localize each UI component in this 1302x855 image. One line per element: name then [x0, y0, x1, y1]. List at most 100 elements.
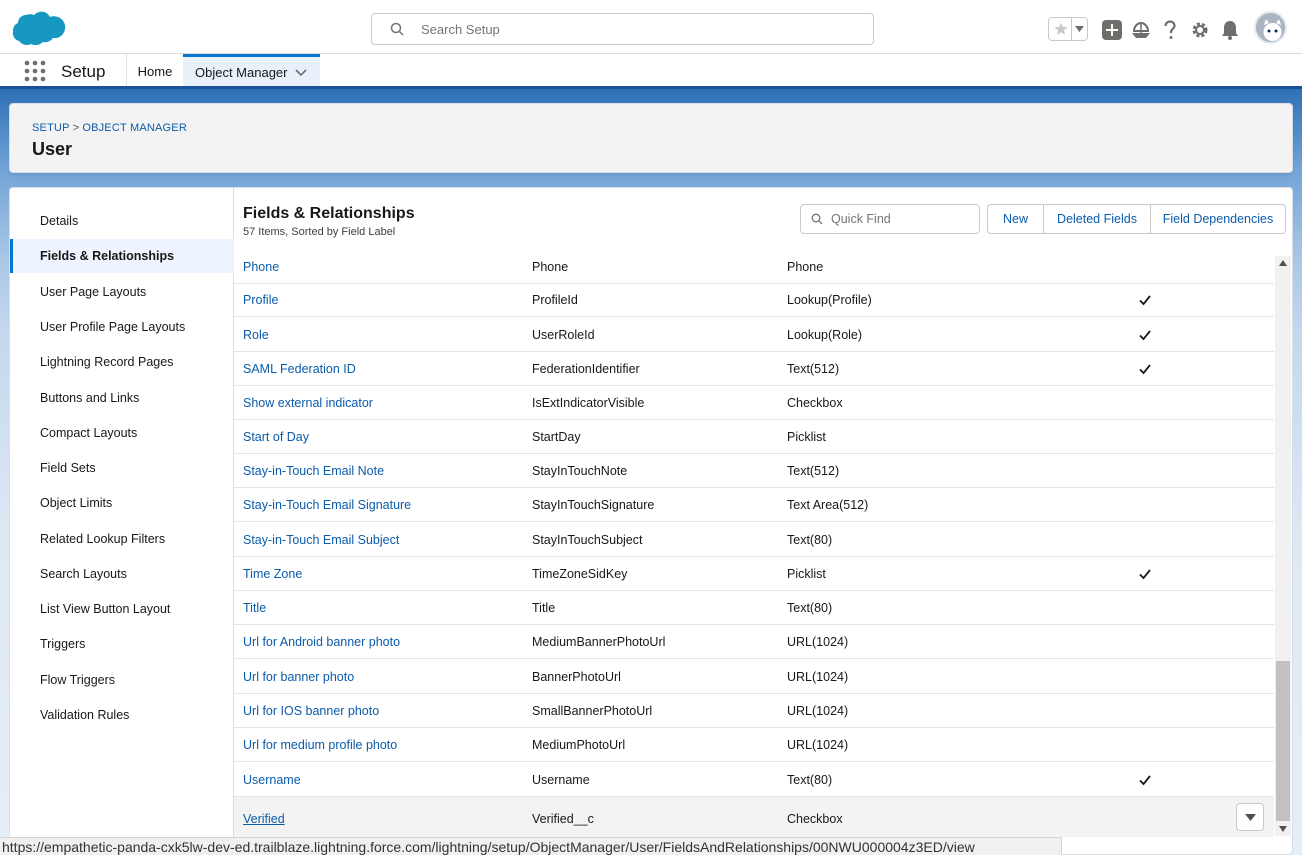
table-row: Profile ProfileId Lookup(Profile) — [234, 283, 1274, 317]
field-data-type: URL(1024) — [787, 635, 849, 649]
chevron-down-icon — [1245, 814, 1256, 821]
field-label-link[interactable]: SAML Federation ID — [243, 362, 356, 376]
checkmark-icon — [1139, 295, 1151, 306]
fields-content: Fields & Relationships 57 Items, Sorted … — [234, 188, 1292, 854]
field-api-name: MediumPhotoUrl — [532, 738, 626, 752]
field-label-link[interactable]: Role — [243, 328, 269, 342]
sidebar-item-related-lookup-filters[interactable]: Related Lookup Filters — [10, 522, 234, 556]
field-api-name: StartDay — [532, 430, 581, 444]
field-label-link[interactable]: Stay-in-Touch Email Subject — [243, 533, 399, 547]
field-data-type: Text(512) — [787, 362, 840, 376]
trailhead-icon[interactable] — [1130, 19, 1152, 41]
nav-tabs: Home Object Manager — [126, 54, 320, 86]
checkmark-icon — [1139, 569, 1151, 580]
sidebar-item-list-view-button-layout[interactable]: List View Button Layout — [10, 592, 234, 626]
field-api-name: Username — [532, 773, 590, 787]
tab-home[interactable]: Home — [127, 54, 183, 86]
field-label-link[interactable]: Show external indicator — [243, 396, 373, 410]
quick-find-placeholder: Quick Find — [831, 212, 891, 226]
checkmark-icon — [1139, 364, 1151, 375]
object-page-header: SETUP > OBJECT MANAGER User — [9, 103, 1293, 173]
field-data-type: Picklist — [787, 567, 826, 581]
table-row: SAML Federation ID FederationIdentifier Te… — [234, 352, 1274, 386]
sidebar-item-fields-relationships[interactable]: Fields & Relationships — [10, 239, 234, 273]
field-data-type: Lookup(Profile) — [787, 293, 872, 307]
field-label-link[interactable]: Phone — [243, 260, 279, 274]
field-label-link[interactable]: Verified — [243, 812, 285, 826]
scroll-down-arrow-icon[interactable] — [1279, 826, 1287, 832]
chevron-down-icon[interactable] — [295, 69, 307, 77]
help-icon[interactable] — [1159, 19, 1181, 41]
table-row: Show external indicator IsExtIndicatorVis… — [234, 386, 1274, 420]
field-api-name: UserRoleId — [532, 328, 595, 342]
sidebar-item-user-profile-page-layouts[interactable]: User Profile Page Layouts — [10, 310, 234, 344]
table-row: Phone Phone Phone — [234, 250, 1274, 284]
field-api-name: BannerPhotoUrl — [532, 670, 621, 684]
field-label-link[interactable]: Time Zone — [243, 567, 302, 581]
scroll-up-arrow-icon[interactable] — [1279, 260, 1287, 266]
avatar[interactable] — [1254, 11, 1287, 44]
sidebar-item-search-layouts[interactable]: Search Layouts — [10, 557, 234, 591]
table-row: Start of Day StartDay Picklist — [234, 420, 1274, 454]
field-data-type: Lookup(Role) — [787, 328, 863, 342]
sidebar-item-field-sets[interactable]: Field Sets — [10, 451, 234, 485]
field-api-name: IsExtIndicatorVisible — [532, 396, 645, 410]
sidebar-item-flow-triggers[interactable]: Flow Triggers — [10, 663, 234, 697]
search-setup-input[interactable]: Search Setup — [371, 13, 874, 45]
field-label-link[interactable]: Url for IOS banner photo — [243, 704, 379, 718]
sidebar-item-object-limits[interactable]: Object Limits — [10, 486, 234, 520]
content-subtitle: 57 Items, Sorted by Field Label — [243, 226, 396, 238]
breadcrumb-setup[interactable]: SETUP — [32, 122, 70, 134]
sidebar-item-validation-rules[interactable]: Validation Rules — [10, 698, 234, 732]
field-label-link[interactable]: Stay-in-Touch Email Note — [243, 464, 384, 478]
field-label-link[interactable]: Profile — [243, 293, 278, 307]
sidebar-item-compact-layouts[interactable]: Compact Layouts — [10, 416, 234, 450]
field-label-link[interactable]: Url for Android banner photo — [243, 635, 400, 649]
tab-home-label: Home — [137, 64, 173, 79]
chevron-down-icon[interactable] — [1075, 26, 1084, 32]
sidebar-item-triggers[interactable]: Triggers — [10, 627, 234, 661]
app-name: Setup — [61, 62, 106, 81]
add-icon[interactable] — [1101, 19, 1123, 41]
breadcrumb-object-manager[interactable]: OBJECT MANAGER — [82, 122, 187, 134]
new-button[interactable]: New — [987, 204, 1044, 234]
checkmark-icon — [1139, 330, 1151, 341]
favorites-button-group[interactable] — [1048, 17, 1088, 41]
table-row: Stay-in-Touch Email Note StayInTouchNote T… — [234, 454, 1274, 488]
field-label-link[interactable]: Start of Day — [243, 430, 309, 444]
field-data-type: URL(1024) — [787, 670, 849, 684]
field-api-name: Phone — [532, 260, 569, 274]
fields-table: Phone Phone Phone Profile ProfileId Lookup(Pr… — [234, 250, 1274, 854]
field-label-link[interactable]: Title — [243, 601, 266, 615]
field-api-name: SmallBannerPhotoUrl — [532, 704, 653, 718]
star-icon[interactable] — [1053, 21, 1069, 37]
field-data-type: Phone — [787, 260, 824, 274]
gear-icon[interactable] — [1189, 19, 1211, 41]
main-card: Details Fields & Relationships User Page… — [9, 187, 1293, 855]
field-data-type: Text(80) — [787, 533, 833, 547]
field-label-link[interactable]: Stay-in-Touch Email Signature — [243, 498, 411, 512]
field-label-link[interactable]: Url for medium profile photo — [243, 738, 397, 752]
salesforce-cloud-logo[interactable] — [11, 10, 67, 48]
app-launcher-icon[interactable] — [24, 60, 46, 82]
field-label-link[interactable]: Url for banner photo — [243, 670, 354, 684]
field-data-type: Text(80) — [787, 601, 833, 615]
sidebar-item-buttons-links[interactable]: Buttons and Links — [10, 381, 234, 415]
sidebar-item-details[interactable]: Details — [10, 204, 234, 238]
field-api-name: TimeZoneSidKey — [532, 567, 628, 581]
bell-icon[interactable] — [1219, 19, 1241, 41]
field-data-type: URL(1024) — [787, 738, 849, 752]
row-actions-button[interactable] — [1236, 803, 1264, 831]
tab-object-manager[interactable]: Object Manager — [183, 54, 320, 86]
table-scrollbar[interactable] — [1275, 256, 1291, 836]
quick-find-input[interactable]: Quick Find — [800, 204, 980, 234]
content-title: Fields & Relationships — [243, 205, 415, 222]
field-dependencies-button[interactable]: Field Dependencies — [1151, 204, 1286, 234]
search-placeholder: Search Setup — [421, 22, 500, 37]
deleted-fields-button[interactable]: Deleted Fields — [1044, 204, 1151, 234]
sidebar-item-lightning-record-pages[interactable]: Lightning Record Pages — [10, 345, 234, 379]
table-row: Time Zone TimeZoneSidKey Picklist — [234, 557, 1274, 591]
sidebar-item-user-page-layouts[interactable]: User Page Layouts — [10, 275, 234, 309]
field-label-link[interactable]: Username — [243, 773, 301, 787]
scroll-thumb[interactable] — [1276, 661, 1290, 821]
